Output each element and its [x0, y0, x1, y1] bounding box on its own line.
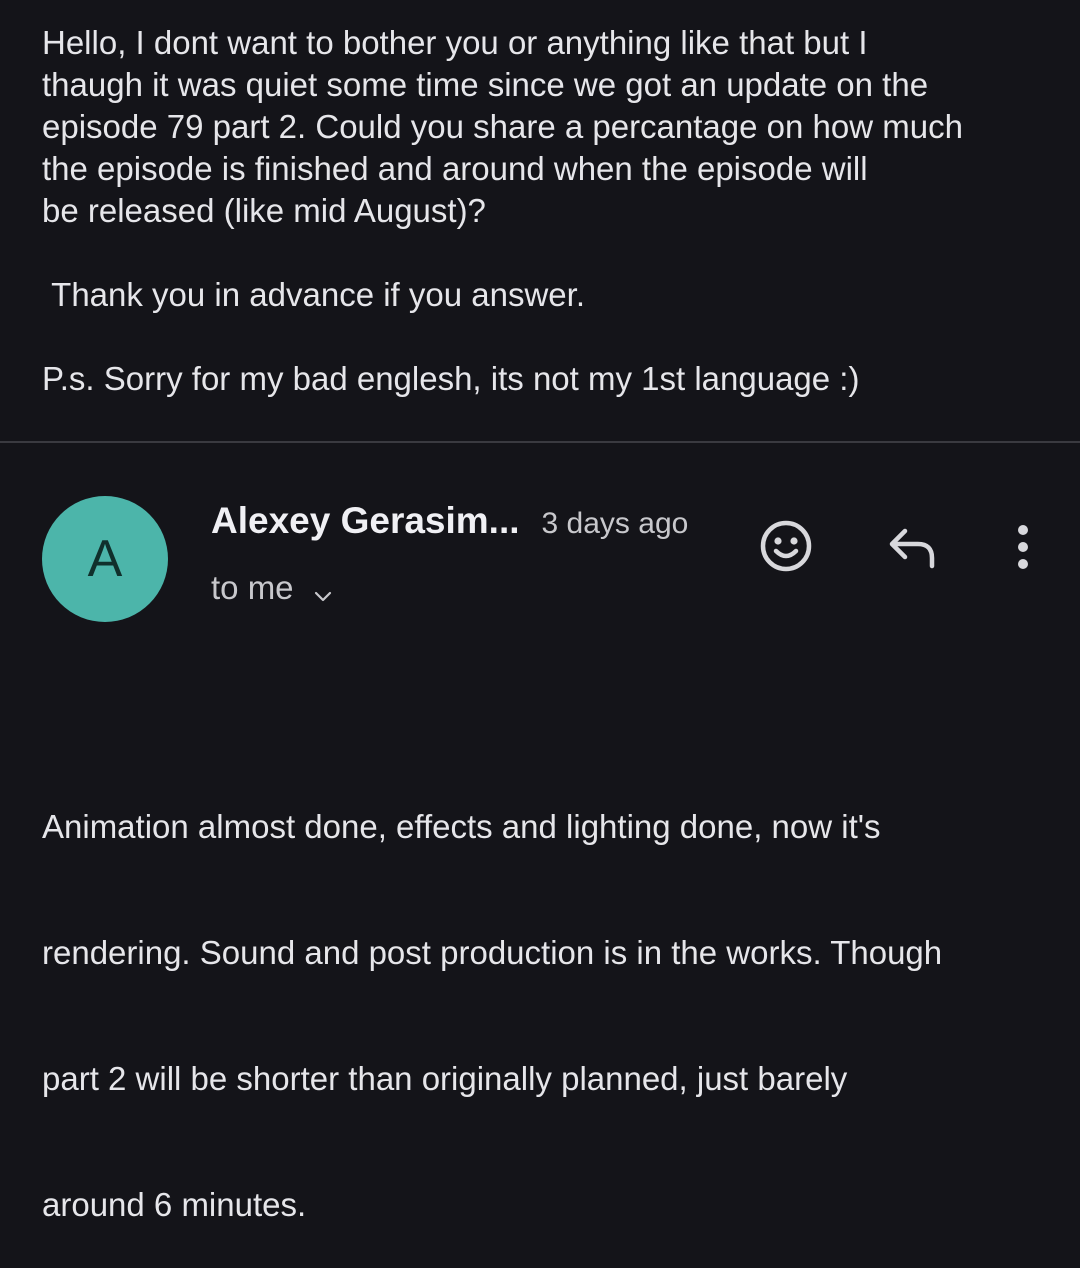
sender-avatar[interactable]: A — [42, 496, 168, 622]
previous-message-thanks: Thank you in advance if you answer. — [42, 276, 585, 313]
previous-message-line: be released (like mid August)? — [42, 192, 486, 229]
previous-message-line: Hello, I dont want to bother you or anyt… — [42, 24, 868, 61]
more-vert-icon — [1003, 518, 1043, 583]
email-body-line: around 6 minutes. — [42, 1186, 307, 1223]
previous-message-line: thaugh it was quiet some time since we g… — [42, 66, 929, 103]
previous-message-body: Hello, I dont want to bother you or anyt… — [42, 22, 1052, 400]
recipient-details-toggle[interactable]: to me — [211, 569, 334, 607]
recipient-label: to me — [211, 569, 294, 606]
reply-icon — [884, 522, 940, 577]
previous-message-line: episode 79 part 2. Could you share a per… — [42, 108, 963, 145]
email-body-line: Animation almost done, effects and light… — [42, 808, 881, 845]
avatar-letter: A — [87, 530, 123, 588]
previous-message-line: the episode is finished and around when … — [42, 150, 868, 187]
email-body: Animation almost done, effects and light… — [42, 722, 1052, 1268]
email-body-line: part 2 will be shorter than originally p… — [42, 1060, 848, 1097]
sender-header: Alexey Gerasim... 3 days ago — [211, 500, 688, 542]
add-reaction-icon — [758, 518, 814, 579]
message-timestamp: 3 days ago — [541, 507, 689, 540]
email-body-line: rendering. Sound and post production is … — [42, 934, 943, 971]
sender-name[interactable]: Alexey Gerasim... — [211, 500, 520, 542]
add-reaction-button[interactable] — [758, 520, 814, 576]
previous-message-ps: P.s. Sorry for my bad englesh, its not m… — [42, 360, 860, 397]
more-options-button[interactable] — [1003, 520, 1043, 580]
reply-button[interactable] — [884, 524, 940, 574]
chevron-down-icon — [312, 577, 334, 602]
message-divider — [0, 441, 1080, 443]
